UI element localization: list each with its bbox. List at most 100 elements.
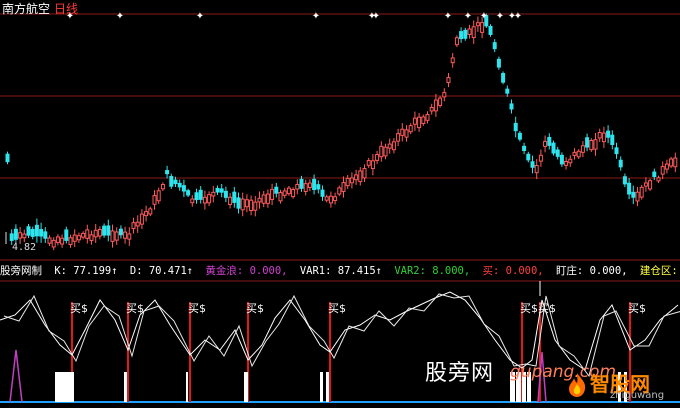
dingzhuang-value: 盯庄: 0.000, [555, 265, 628, 277]
candle-body [123, 231, 128, 239]
buy-tag: 买$ [520, 302, 538, 315]
candle-body [354, 174, 359, 181]
var1-value: VAR1: 87.415↑ [299, 265, 383, 277]
chart-window: ✦ ✦ ✦ ✦ ✦ ✦ ✦ ✦ ✦ ✦ ✦ ✦ 买$ 买$ 买$ 买$ 买$ 买$ 买$ 买$ 南方航空 日线 4.82… [0, 0, 680, 408]
signal-star-icon: ✦ [496, 11, 504, 22]
candle-body [534, 165, 539, 174]
candle-body [144, 211, 149, 217]
candle-body [312, 178, 317, 191]
candle-body [177, 182, 182, 188]
candle-body [240, 198, 245, 211]
candle-body [597, 132, 602, 139]
candle-body [215, 187, 220, 193]
candle-body [572, 151, 577, 156]
low-price-label: 4.82 [12, 242, 37, 253]
candle-body [551, 142, 556, 154]
timeframe-label[interactable]: 日线 [54, 2, 78, 16]
signal-star-icon: ✦ [480, 11, 488, 22]
candle-body [39, 229, 44, 237]
candle-body [643, 182, 648, 187]
candle-body [278, 192, 283, 202]
candle-body [433, 99, 438, 112]
candle-body [408, 125, 413, 133]
candle-body [282, 190, 287, 196]
volume-bar [70, 372, 74, 402]
candle-body [81, 232, 86, 238]
candlestick-chart[interactable]: ✦ ✦ ✦ ✦ ✦✦ ✦ ✦ ✦ ✦ ✦✦买$ 买$ 买$ 买$ 买$ 买$ 买$ 买$ [0, 0, 680, 408]
candle-body [236, 197, 241, 209]
flame-logo-icon [569, 373, 586, 397]
candle-body [463, 29, 468, 39]
candle-body [660, 166, 665, 175]
candle-body [568, 158, 573, 164]
signal-star-icon: ✦ [372, 11, 380, 22]
candle-body [9, 233, 14, 241]
candle-body [429, 107, 434, 112]
signal-star-icon: ✦ [312, 11, 320, 22]
candle-body [110, 230, 115, 242]
candle-body [656, 177, 661, 182]
candle-body [333, 196, 338, 202]
candle-body [299, 178, 304, 189]
candle-body [26, 226, 31, 236]
candle-body [345, 177, 350, 187]
candle-body [673, 157, 678, 168]
candle-body [18, 232, 23, 239]
candle-body [291, 188, 296, 198]
candle-body [480, 22, 485, 33]
candle-body [72, 234, 77, 242]
candle-body [375, 154, 380, 161]
candle-body [438, 97, 443, 106]
candle-body [580, 145, 585, 153]
candle-body [160, 183, 165, 190]
candle-body [152, 195, 157, 205]
candle-body [257, 197, 262, 203]
d-value: D: 70.471↑ [129, 265, 194, 277]
candle-body [421, 116, 426, 124]
buy-tag: 买$ [70, 302, 88, 315]
candle-body [316, 184, 321, 190]
candle-body [274, 186, 279, 194]
candle-body [349, 177, 354, 184]
candle-body [320, 189, 325, 197]
candle-body [194, 192, 199, 201]
candle-body [450, 57, 455, 64]
candle-body [664, 163, 669, 170]
volume-bar [320, 372, 323, 402]
candle-body [223, 190, 228, 198]
candle-body [488, 26, 493, 35]
candle-body [303, 183, 308, 192]
candle-body [366, 160, 371, 166]
signal-star-icon: ✦ [464, 11, 472, 22]
candle-body [181, 185, 186, 192]
indicator-legend: 股旁网制 K: 77.199↑ D: 70.471↑ 黄金浪: 0.000, V… [0, 263, 680, 279]
candle-body [606, 130, 611, 138]
buy-value: 买: 0.000, [482, 265, 544, 277]
volume-bar [326, 372, 329, 402]
volume-bar [124, 372, 127, 402]
candle-body [211, 191, 216, 197]
candle-body [467, 28, 472, 35]
candle-body [286, 187, 291, 195]
candle-body [509, 103, 514, 110]
candle-body [631, 191, 636, 198]
candle-body [576, 150, 581, 158]
stock-name: 南方航空 [2, 2, 51, 16]
candle-body [459, 31, 464, 40]
candle-body [404, 129, 409, 138]
candle-body [530, 161, 535, 168]
candle-body [391, 141, 396, 151]
candle-body [639, 186, 644, 198]
candle-body [148, 208, 153, 215]
k-value: K: 77.199↑ [54, 265, 118, 277]
candle-body [190, 198, 195, 204]
candle-body [156, 190, 161, 202]
candle-body [446, 77, 451, 84]
candle-body [538, 154, 543, 162]
candle-body [513, 122, 518, 132]
candle-body [324, 196, 329, 201]
indicator-name[interactable]: 股旁网制 [0, 265, 42, 277]
golden-wave-value: 黄金浪: 0.000, [205, 265, 288, 277]
candle-body [261, 194, 266, 204]
signal-star-icon: ✦ [514, 11, 522, 22]
